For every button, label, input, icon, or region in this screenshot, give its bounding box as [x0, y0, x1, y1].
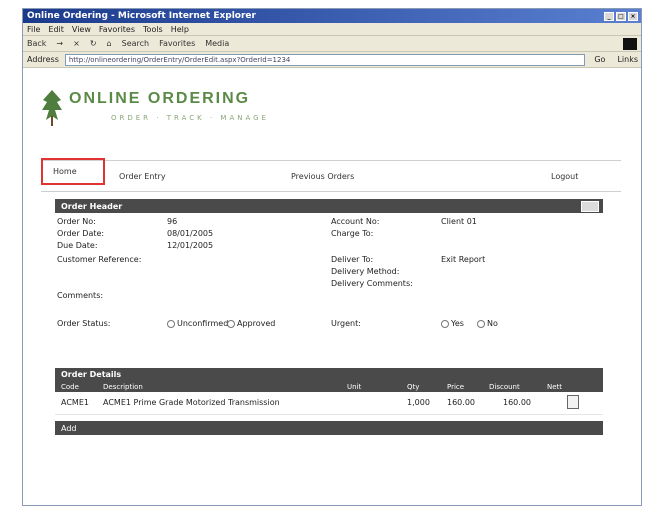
toolbar: Back → × ↻ ⌂ Search Favorites Media: [23, 36, 641, 52]
due-date-value[interactable]: 12/01/2005: [167, 241, 213, 250]
menu-file[interactable]: File: [27, 25, 40, 34]
status-unconfirmed-label: Unconfirmed: [177, 319, 229, 328]
radio-icon: [441, 319, 449, 328]
urgent-yes-label: Yes: [451, 319, 464, 328]
favorites-button[interactable]: Favorites: [159, 39, 195, 48]
main-nav: Home Order Entry Previous Orders Logout: [41, 158, 621, 192]
maximize-button[interactable]: □: [616, 11, 626, 21]
urgent-yes-radio[interactable]: Yes: [441, 319, 464, 328]
address-bar: Address http://onlineordering/OrderEntry…: [23, 52, 641, 68]
col-unit: Unit: [347, 382, 362, 391]
nav-order-entry[interactable]: Order Entry: [119, 172, 166, 181]
order-lines-footer: Add: [55, 421, 603, 435]
refresh-button[interactable]: ↻: [90, 39, 97, 48]
row-description: ACME1 Prime Grade Motorized Transmission: [103, 398, 280, 407]
delivery-comments-label: Delivery Comments:: [331, 279, 413, 288]
comments-label: Comments:: [57, 291, 104, 300]
menu-help[interactable]: Help: [171, 25, 189, 34]
search-button[interactable]: Search: [122, 39, 149, 48]
logo-tagline: ORDER · TRACK · MANAGE: [111, 114, 269, 122]
logo-title: ONLINE ORDERING: [69, 90, 251, 107]
deliver-to-value[interactable]: Exit Report: [441, 255, 485, 264]
title-bar: Online Ordering - Microsoft Internet Exp…: [23, 9, 641, 23]
delete-line-icon[interactable]: [567, 395, 579, 409]
stop-button[interactable]: ×: [73, 39, 80, 48]
order-lines-bar: Order Details: [55, 368, 603, 381]
order-no-label: Order No:: [57, 217, 96, 226]
order-lines-title: Order Details: [61, 370, 122, 379]
row-nett: 160.00: [503, 398, 531, 407]
close-window-button[interactable]: ×: [628, 11, 638, 21]
nav-logout[interactable]: Logout: [551, 172, 578, 181]
web-page: ONLINE ORDERING ORDER · TRACK · MANAGE H…: [23, 68, 641, 505]
menu-view[interactable]: View: [72, 25, 91, 34]
radio-icon: [477, 319, 485, 328]
row-qty[interactable]: 1,000: [407, 398, 430, 407]
urgent-no-label: No: [487, 319, 498, 328]
radio-icon: [167, 319, 175, 328]
menu-tools[interactable]: Tools: [143, 25, 163, 34]
table-row: ACME1 ACME1 Prime Grade Motorized Transm…: [55, 392, 603, 415]
status-approved-label: Approved: [237, 319, 276, 328]
order-date-label: Order Date:: [57, 229, 105, 238]
order-lines-panel: Order Details Code Description Unit Qty …: [55, 368, 603, 435]
menu-edit[interactable]: Edit: [48, 25, 64, 34]
browser-window: Online Ordering - Microsoft Internet Exp…: [22, 8, 642, 506]
order-header-panel: Order Header Order No: 96 Order Date: 08…: [55, 199, 603, 363]
col-qty: Qty: [407, 382, 420, 391]
save-icon[interactable]: [581, 200, 599, 212]
order-header-bar: Order Header: [55, 199, 603, 213]
order-status-label: Order Status:: [57, 319, 111, 328]
order-header-title: Order Header: [61, 201, 123, 211]
add-line-button[interactable]: Add: [61, 424, 77, 433]
col-discount: Discount: [489, 382, 520, 391]
col-code: Code: [61, 382, 79, 391]
row-code: ACME1: [61, 398, 89, 407]
order-date-value[interactable]: 08/01/2005: [167, 229, 213, 238]
order-lines-header-row: Code Description Unit Qty Price Discount…: [55, 381, 603, 392]
back-button[interactable]: Back: [27, 39, 46, 48]
address-label: Address: [27, 55, 59, 64]
nav-previous-orders[interactable]: Previous Orders: [291, 172, 354, 181]
row-price: 160.00: [447, 398, 475, 407]
logo-leaf-icon: [42, 90, 62, 126]
menu-favorites[interactable]: Favorites: [99, 25, 135, 34]
home-button[interactable]: ⌂: [107, 39, 112, 48]
deliver-to-label: Deliver To:: [331, 255, 374, 264]
col-nett: Nett: [547, 382, 563, 391]
minimize-button[interactable]: _: [604, 11, 614, 21]
nav-home[interactable]: Home: [41, 158, 105, 185]
address-input[interactable]: http://onlineordering/OrderEntry/OrderEd…: [64, 53, 586, 66]
account-label: Account No:: [331, 217, 380, 226]
delivery-method-label: Delivery Method:: [331, 267, 400, 276]
due-date-label: Due Date:: [57, 241, 98, 250]
window-title: Online Ordering - Microsoft Internet Exp…: [27, 11, 256, 21]
go-button[interactable]: Go: [591, 55, 608, 64]
site-logo[interactable]: ONLINE ORDERING ORDER · TRACK · MANAGE: [41, 80, 281, 142]
order-no-value: 96: [167, 217, 178, 226]
links-button[interactable]: Links: [614, 55, 641, 64]
radio-icon: [227, 319, 235, 328]
forward-button[interactable]: →: [56, 39, 63, 48]
urgent-label: Urgent:: [331, 319, 361, 328]
charge-to-label: Charge To:: [331, 229, 374, 238]
menu-bar: File Edit View Favorites Tools Help: [23, 23, 641, 36]
col-description: Description: [103, 382, 143, 391]
status-unconfirmed-radio[interactable]: Unconfirmed: [167, 319, 228, 328]
ie-logo-icon: [623, 37, 637, 50]
customer-ref-label: Customer Reference:: [57, 255, 142, 264]
account-value: Client 01: [441, 217, 477, 226]
order-info: Order No: 96 Order Date: 08/01/2005 Due …: [55, 213, 603, 363]
urgent-no-radio[interactable]: No: [477, 319, 498, 328]
media-button[interactable]: Media: [205, 39, 229, 48]
col-price: Price: [447, 382, 465, 391]
status-approved-radio[interactable]: Approved: [227, 319, 275, 328]
